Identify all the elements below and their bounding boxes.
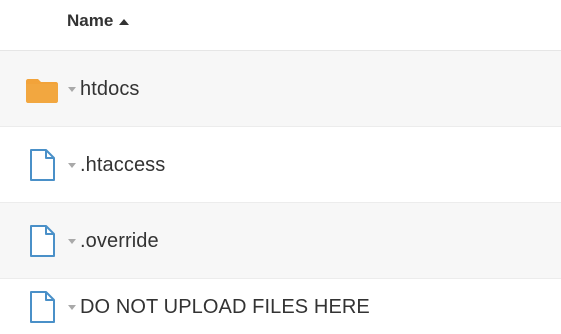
file-icon — [30, 148, 55, 181]
folder-icon — [26, 78, 58, 103]
table-row[interactable]: DO NOT UPLOAD FILES HERE — [0, 279, 561, 334]
file-manager-table: Name htdocs .htaccess .override DO NOT U… — [0, 0, 561, 334]
table-row[interactable]: .override — [0, 203, 561, 279]
name-column-header[interactable]: Name — [67, 11, 130, 31]
row-name[interactable]: DO NOT UPLOAD FILES HERE — [80, 297, 370, 317]
table-row[interactable]: htdocs — [0, 51, 561, 127]
table-header: Name — [0, 0, 561, 51]
chevron-down-icon[interactable] — [68, 238, 76, 244]
table-row[interactable]: .htaccess — [0, 127, 561, 203]
row-name[interactable]: .htaccess — [80, 155, 165, 175]
sort-ascending-icon — [119, 18, 130, 25]
chevron-down-icon[interactable] — [68, 86, 76, 92]
row-name[interactable]: .override — [80, 231, 159, 251]
file-icon — [30, 224, 55, 257]
name-column-label: Name — [67, 11, 114, 30]
chevron-down-icon[interactable] — [68, 304, 76, 310]
file-icon — [30, 290, 55, 323]
chevron-down-icon[interactable] — [68, 162, 76, 168]
row-name[interactable]: htdocs — [80, 79, 140, 99]
